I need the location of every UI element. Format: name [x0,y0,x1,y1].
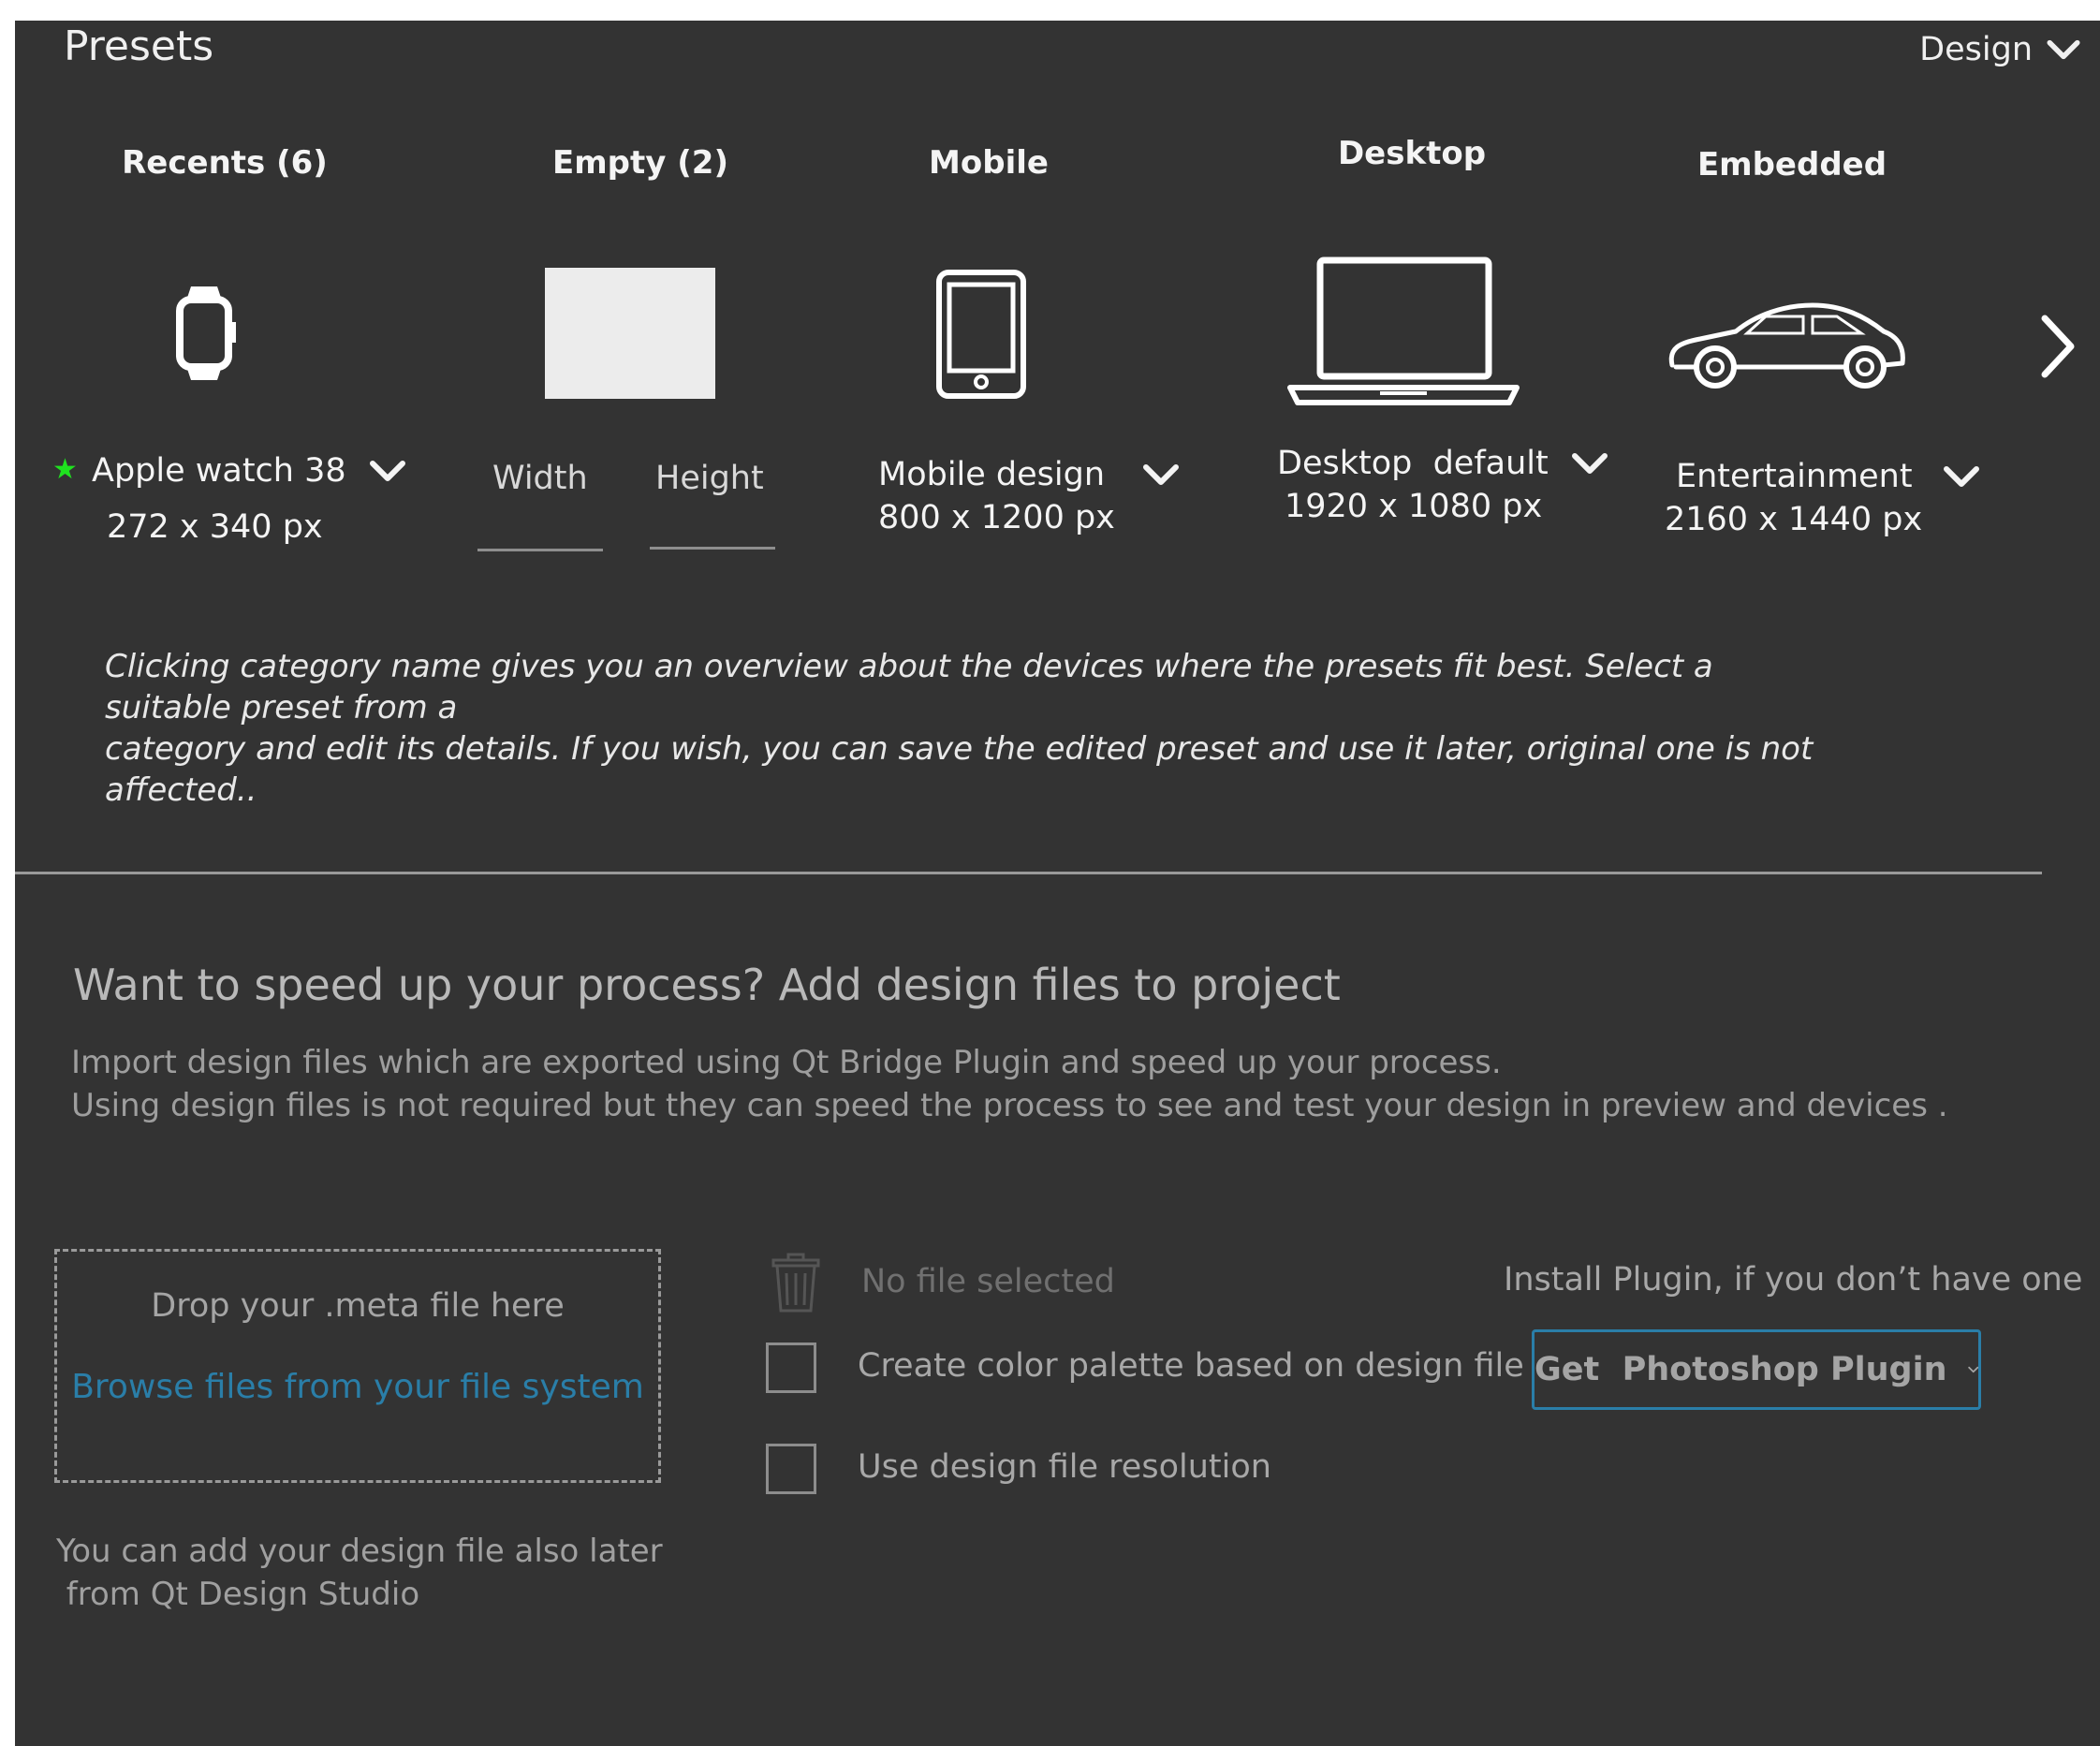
install-plugin-text: Install Plugin, if you don’t have one [1504,1261,2083,1298]
mobile-preset-name: Mobile design [878,456,1106,493]
desktop-preset-size: 1920 x 1080 px [1285,488,1543,525]
trash-icon[interactable] [770,1253,822,1314]
tablet-icon[interactable] [934,268,1028,401]
chevron-down-icon [369,461,405,481]
design-files-description: Import design files which are exported u… [71,1041,1948,1127]
category-empty[interactable]: Empty (2) [500,142,781,183]
later-line-1: You can add your design file also later [56,1533,663,1570]
embedded-preset-dropdown[interactable]: Entertainment [1676,455,1980,498]
color-palette-checkbox[interactable] [766,1343,816,1393]
category-hint: Clicking category name gives you an over… [105,646,1837,811]
recents-preset-dropdown[interactable]: Apple watch 38 [92,449,406,492]
description-line-1: Import design files which are exported u… [71,1044,1502,1081]
hint-line-2: category and edit its details. If you wi… [105,730,1814,809]
category-mobile[interactable]: Mobile [848,142,1129,183]
height-input[interactable] [650,547,775,550]
watch-icon[interactable] [172,285,243,382]
hint-line-1: Clicking category name gives you an over… [105,648,1713,726]
file-drop-zone[interactable]: Drop your .meta file here Browse files f… [54,1249,661,1483]
resolution-label: Use design file resolution [858,1448,1271,1486]
height-label: Height [655,460,764,497]
recents-preset-name: Apple watch 38 [92,452,346,490]
desktop-preset-name: Desktop default [1277,445,1549,482]
category-recents[interactable]: Recents (6) [84,142,365,183]
blank-canvas-icon[interactable] [545,268,715,399]
next-arrow-icon[interactable] [2037,313,2078,380]
chevron-down-icon [2047,39,2080,60]
presets-panel: Presets Design Recents (6) Empty (2) Mob… [15,21,2100,1746]
category-desktop[interactable]: Desktop [1271,133,1552,174]
add-later-note: You can add your design file also later … [56,1530,663,1616]
later-line-2: from Qt Design Studio [56,1576,420,1613]
get-photoshop-plugin-button[interactable]: Get Photoshop Plugin [1532,1329,1981,1410]
drop-label: Drop your .meta file here [151,1287,565,1325]
embedded-preset-name: Entertainment [1676,458,1913,495]
recents-preset-size: 272 x 340 px [107,508,323,546]
section-divider [15,872,2042,874]
car-icon[interactable] [1663,292,1908,399]
browse-files-link[interactable]: Browse files from your file system [57,1368,658,1406]
desktop-preset-dropdown[interactable]: Desktop default [1277,442,1608,485]
mode-label: Design [1919,31,2033,68]
embedded-preset-size: 2160 x 1440 px [1665,501,1923,538]
chevron-down-icon [1967,1366,1978,1373]
mobile-preset-dropdown[interactable]: Mobile design [878,453,1180,496]
description-line-2: Using design files is not required but t… [71,1087,1948,1124]
design-files-heading: Want to speed up your process? Add desig… [73,960,1341,1010]
plugin-button-label: Get Photoshop Plugin [1535,1351,1947,1388]
page-title: Presets [64,22,214,70]
no-file-selected-text: No file selected [861,1263,1115,1300]
category-embedded[interactable]: Embedded [1652,144,1932,185]
width-input[interactable] [477,549,603,551]
chevron-down-icon [1943,466,1979,487]
color-palette-label: Create color palette based on design fil… [858,1347,1524,1385]
chevron-down-icon [1143,464,1180,485]
laptop-icon[interactable] [1285,257,1522,410]
width-label: Width [492,460,588,497]
design-mode-dropdown[interactable]: Design [1919,26,2081,73]
favorite-star-icon: ★ [52,453,78,486]
chevron-down-icon [1571,453,1608,474]
resolution-checkbox[interactable] [766,1444,816,1494]
mobile-preset-size: 800 x 1200 px [878,499,1115,536]
